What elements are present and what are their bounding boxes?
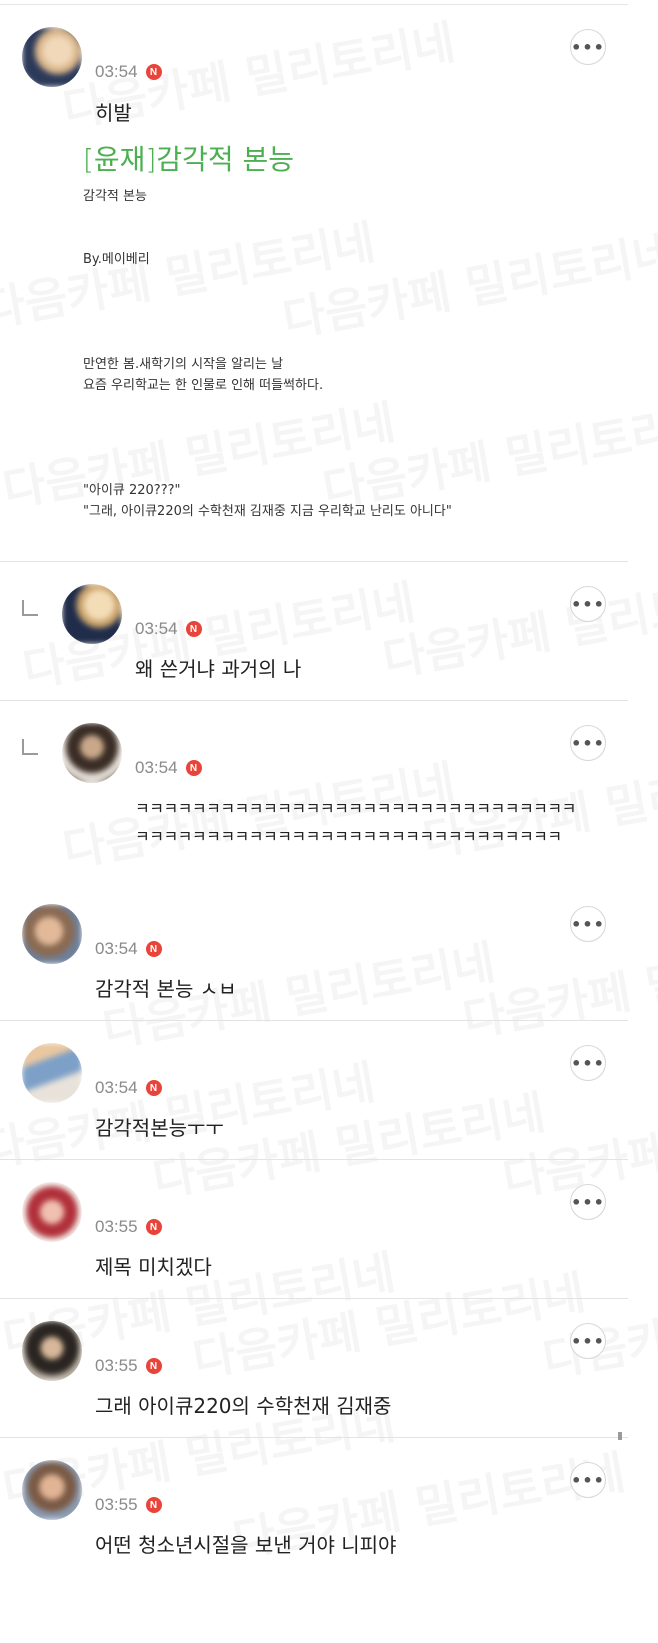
avatar[interactable] [22,1321,82,1381]
comment-time: 03:54 [95,1078,138,1097]
comment-time: 03:54 [135,758,178,777]
comment-time: 03:55 [95,1495,138,1514]
post-meta: 03:54 N [95,62,162,82]
comment: 03:54 N ••• 감각적본능ㅜㅜ [0,1021,628,1160]
comment: 03:55 N ••• 제목 미치겠다 [0,1160,628,1299]
new-badge: N [145,64,162,80]
comment: 03:55 N ••• 그래 아이큐220의 수학천재 김재중 [0,1299,628,1438]
comment-meta: 03:55 N [95,1356,162,1376]
post-quote: "아이큐 220???" [83,483,181,498]
more-options-button[interactable]: ••• [570,725,606,761]
more-options-button[interactable]: ••• [570,1045,606,1081]
more-options-button[interactable]: ••• [570,1184,606,1220]
comment-meta: 03:55 N [95,1217,162,1237]
reply-comment: 03:54 N ••• ㅋㅋㅋㅋㅋㅋㅋㅋㅋㅋㅋㅋㅋㅋㅋㅋㅋㅋㅋㅋㅋㅋㅋㅋㅋㅋㅋㅋ… [0,701,628,881]
comment-time: 03:54 [135,619,178,638]
post-paragraph-line: 요즘 우리학교는 한 인물로 인해 떠들썩하다. [83,378,324,393]
more-options-button[interactable]: ••• [570,1323,606,1359]
comment: 03:54 N ••• 감각적 본능 ㅅㅂ [0,882,628,1021]
avatar[interactable] [22,1460,82,1520]
new-badge: N [185,760,202,776]
avatar[interactable] [22,1182,82,1242]
comment-text: 그래 아이큐220의 수학천재 김재중 [95,1394,392,1418]
more-options-button[interactable]: ••• [570,906,606,942]
more-options-button[interactable]: ••• [570,1462,606,1498]
comment-time: 03:54 [95,939,138,958]
new-badge: N [145,1358,162,1374]
post-title: [윤재]감각적 본능 [83,143,295,176]
post-quote: "그래, 아이큐220의 수학천재 김재중 지금 우리학교 난리도 아니다" [83,504,452,519]
comment-text: 어떤 청소년시절을 보낸 거야 니피야 [95,1533,397,1557]
comment-meta: 03:54 N [135,619,202,639]
post-byline: By.메이베리 [83,252,150,267]
comment-meta: 03:55 N [95,1495,162,1515]
post-paragraph-line: 만연한 봄.새학기의 시작을 알리는 날 [83,357,284,372]
avatar[interactable] [22,1043,82,1103]
more-options-button[interactable]: ••• [570,29,606,65]
new-badge: N [185,621,202,637]
comment-meta: 03:54 N [135,758,202,778]
avatar[interactable] [62,584,122,644]
comment: 03:55 N ••• 어떤 청소년시절을 보낸 거야 니피야 [0,1438,628,1643]
new-badge: N [145,1080,162,1096]
reply-arrow-icon [22,600,38,616]
comment-meta: 03:54 N [95,1078,162,1098]
comment-text: 제목 미치겠다 [95,1255,212,1279]
avatar[interactable] [22,27,82,87]
post: 03:54 N ••• 히발 [윤재]감각적 본능 감각적 본능 By.메이베리… [0,5,628,562]
more-options-button[interactable]: ••• [570,586,606,622]
avatar[interactable] [22,904,82,964]
avatar[interactable] [62,723,122,783]
comment-text: 감각적 본능 ㅅㅂ [95,977,237,1001]
comment-time: 03:55 [95,1356,138,1375]
reply-comment: 03:54 N ••• 왜 쓴거냐 과거의 나 [0,562,628,701]
reply-arrow-icon [22,739,38,755]
new-badge: N [145,1497,162,1513]
comment-text-line: ㅋㅋㅋㅋㅋㅋㅋㅋㅋㅋㅋㅋㅋㅋㅋㅋㅋㅋㅋㅋㅋㅋㅋㅋㅋㅋㅋㅋㅋㅋㅋ [135,799,576,818]
comment-time: 03:55 [95,1217,138,1236]
comment-text: 감각적본능ㅜㅜ [95,1116,224,1140]
new-badge: N [145,941,162,957]
comment-meta: 03:54 N [95,939,162,959]
comment-text-line: ㅋㅋㅋㅋㅋㅋㅋㅋㅋㅋㅋㅋㅋㅋㅋㅋㅋㅋㅋㅋㅋㅋㅋㅋㅋㅋㅋㅋㅋㅋ [135,827,562,846]
new-badge: N [145,1219,162,1235]
post-subtitle: 감각적 본능 [83,189,147,204]
post-author-line: 히발 [95,101,132,125]
post-time: 03:54 [95,62,138,81]
comment-text: 왜 쓴거냐 과거의 나 [135,657,302,681]
